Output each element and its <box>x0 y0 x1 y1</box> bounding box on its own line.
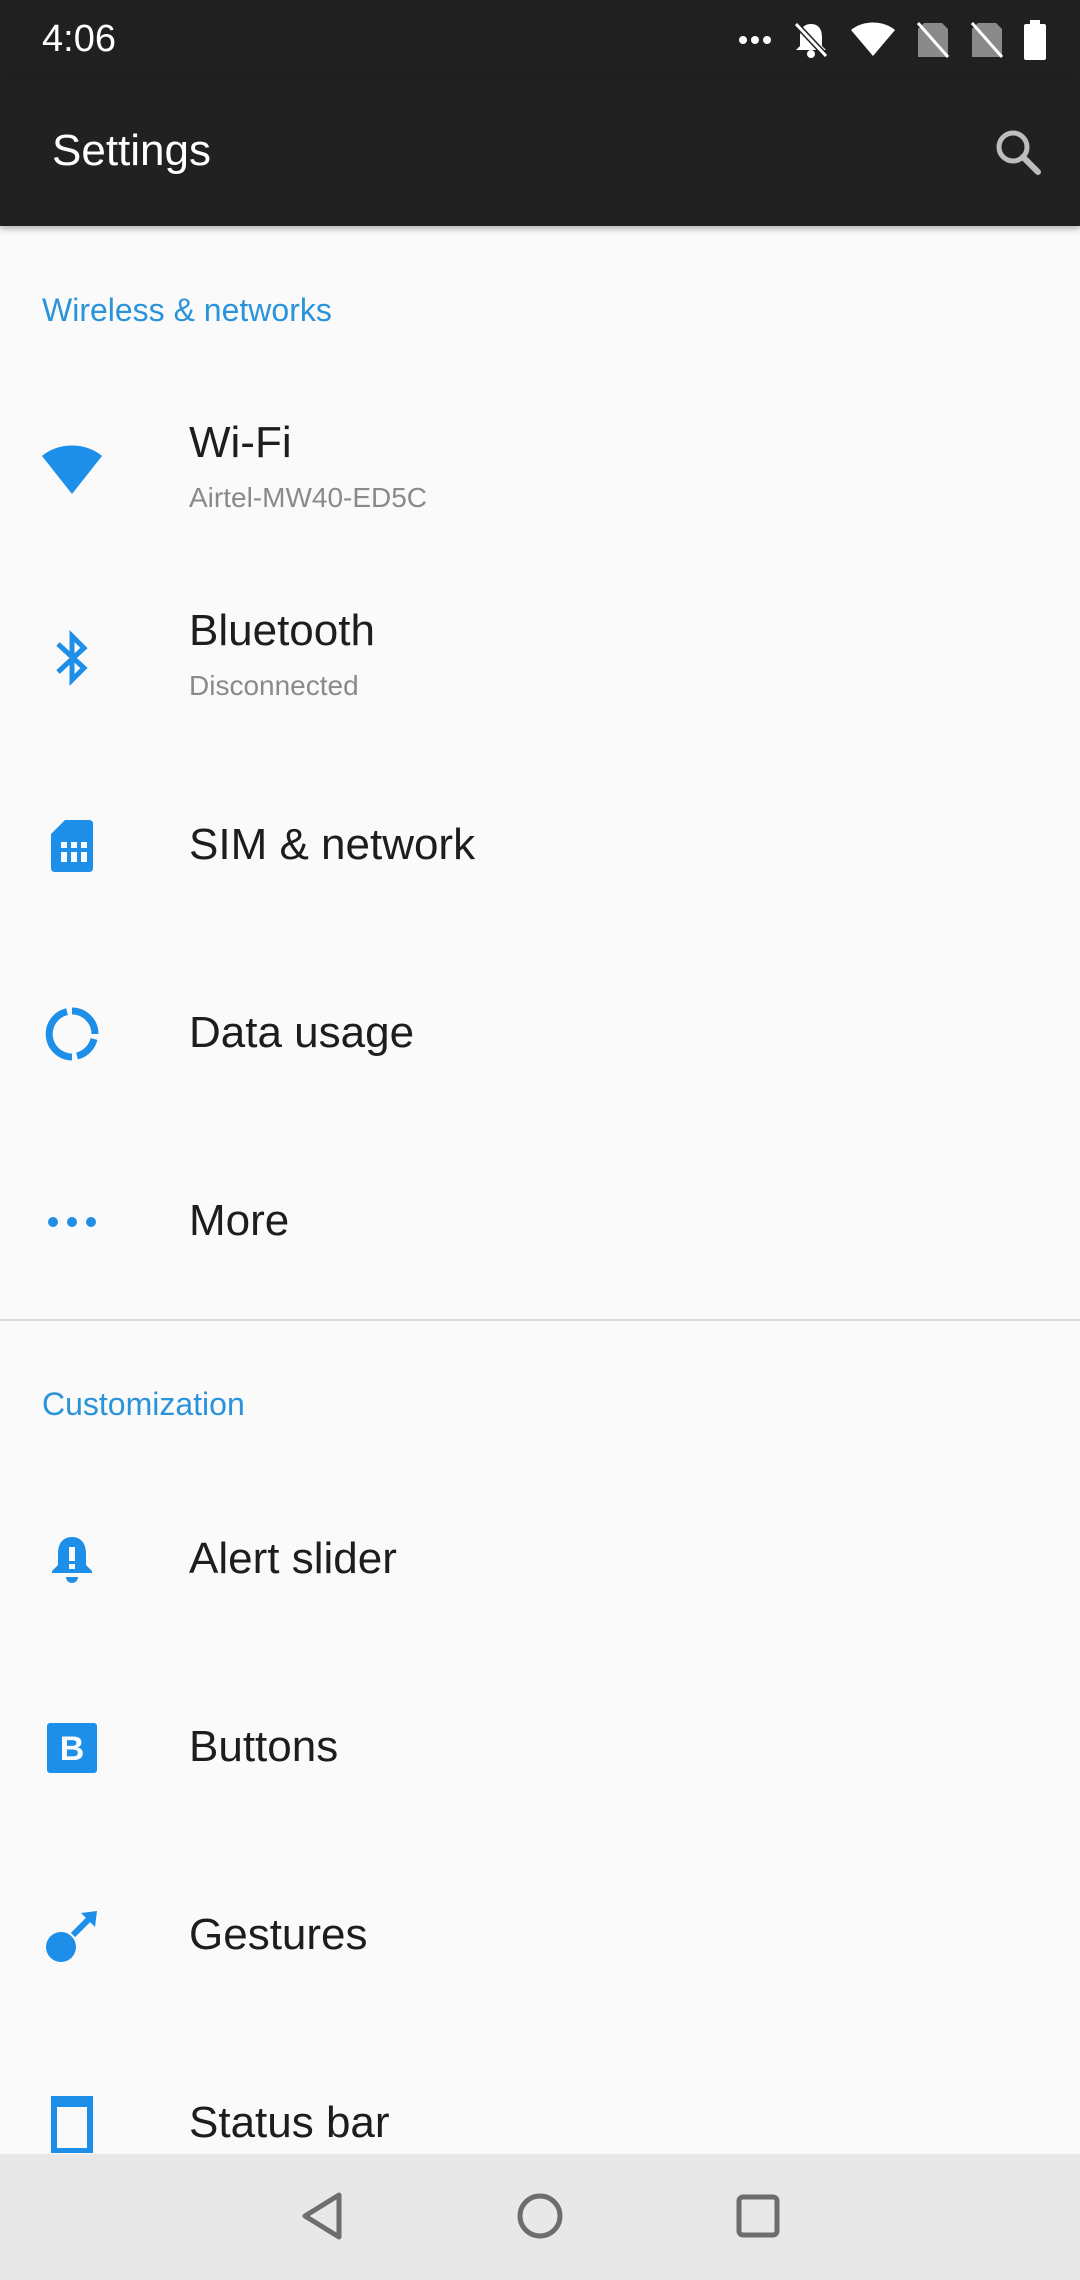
settings-item-subtitle: Disconnected <box>189 670 359 701</box>
status-bar-icon <box>36 2088 108 2154</box>
alert-bell-icon <box>36 1524 108 1596</box>
settings-item-more[interactable]: More <box>0 1128 1080 1316</box>
settings-item-title: Data usage <box>189 1008 415 1057</box>
section-header-customization: Customization <box>42 1386 245 1422</box>
back-button[interactable] <box>286 2182 358 2254</box>
bluetooth-icon <box>36 622 108 694</box>
settings-item-title: SIM & network <box>189 820 476 869</box>
wifi-icon <box>850 22 896 58</box>
status-icons <box>738 14 1046 66</box>
settings-item-title: Wi-Fi <box>189 418 292 467</box>
settings-item-sim-network[interactable]: SIM & network <box>0 752 1080 940</box>
section-header-wireless: Wireless & networks <box>42 292 332 328</box>
more-dots-icon <box>738 34 772 46</box>
settings-item-subtitle: Airtel-MW40-ED5C <box>189 482 428 513</box>
recents-button[interactable] <box>722 2182 794 2254</box>
section-divider <box>0 1319 1080 1321</box>
home-icon <box>515 2191 565 2246</box>
wifi-icon <box>36 434 108 506</box>
settings-item-data-usage[interactable]: Data usage <box>0 940 1080 1128</box>
settings-item-title: Gestures <box>189 1910 368 1959</box>
app-bar: Settings <box>0 80 1080 226</box>
no-sim-icon <box>916 21 950 59</box>
back-icon <box>299 2191 345 2246</box>
no-sim-icon <box>970 21 1004 59</box>
search-button[interactable] <box>986 122 1050 186</box>
settings-item-title: Bluetooth <box>189 606 375 655</box>
svg-text:B: B <box>60 1730 85 1768</box>
settings-item-wifi[interactable]: Wi-Fi Airtel-MW40-ED5C <box>0 376 1080 564</box>
more-dots-icon <box>36 1186 108 1258</box>
settings-item-alert-slider[interactable]: Alert slider <box>0 1466 1080 1654</box>
home-button[interactable] <box>504 2182 576 2254</box>
recents-icon <box>734 2192 782 2245</box>
settings-item-title: Alert slider <box>189 1534 397 1583</box>
buttons-b-icon: B <box>36 1712 108 1784</box>
gestures-icon <box>36 1900 108 1972</box>
settings-list[interactable]: Wireless & networks Wi-Fi Airtel-MW40-ED… <box>0 226 1080 2154</box>
status-time: 4:06 <box>42 18 116 60</box>
settings-item-gestures[interactable]: Gestures <box>0 1842 1080 2030</box>
navigation-bar <box>0 2154 1080 2280</box>
search-icon <box>993 127 1043 182</box>
battery-icon <box>1024 20 1046 60</box>
sim-card-icon <box>36 810 108 882</box>
page-title: Settings <box>52 126 211 175</box>
settings-item-title: Status bar <box>189 2098 390 2147</box>
status-bar: 4:06 <box>0 0 1080 80</box>
settings-item-buttons[interactable]: B Buttons <box>0 1654 1080 1842</box>
settings-item-title: Buttons <box>189 1722 339 1771</box>
notifications-off-icon <box>792 20 830 60</box>
settings-item-title: More <box>189 1196 290 1245</box>
settings-item-status-bar[interactable]: Status bar <box>0 2030 1080 2154</box>
settings-item-bluetooth[interactable]: Bluetooth Disconnected <box>0 564 1080 752</box>
data-usage-icon <box>36 998 108 1070</box>
